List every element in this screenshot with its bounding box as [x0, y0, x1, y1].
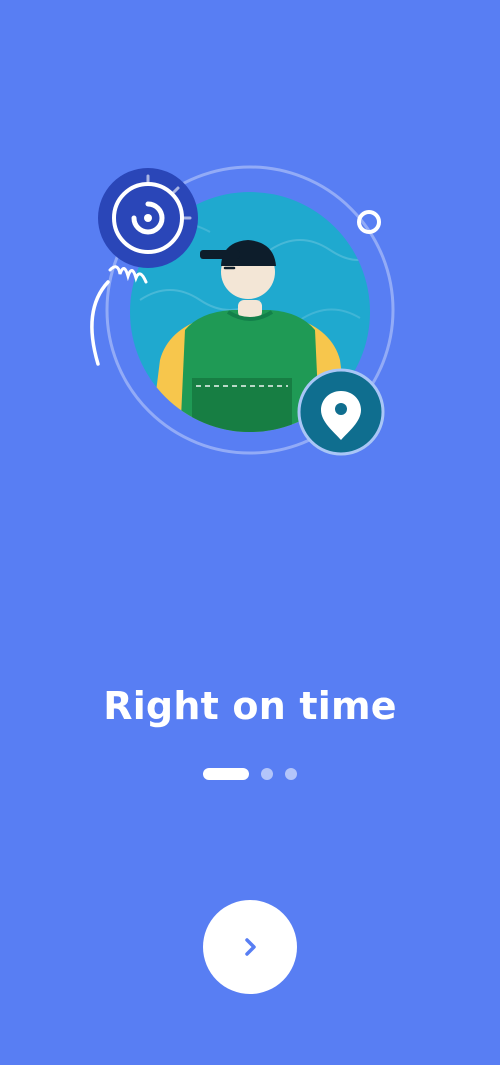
location-pin-icon [297, 368, 385, 456]
onboarding-illustration [90, 165, 395, 456]
onboarding-title: Right on time [103, 684, 397, 728]
motion-arc [90, 280, 110, 366]
stopwatch-icon [98, 168, 198, 268]
page-dot[interactable] [261, 768, 273, 780]
page-dot-active[interactable] [203, 768, 249, 780]
page-indicator [0, 768, 500, 780]
next-button[interactable] [203, 900, 297, 994]
chevron-right-icon [245, 938, 256, 956]
page-dot[interactable] [285, 768, 297, 780]
